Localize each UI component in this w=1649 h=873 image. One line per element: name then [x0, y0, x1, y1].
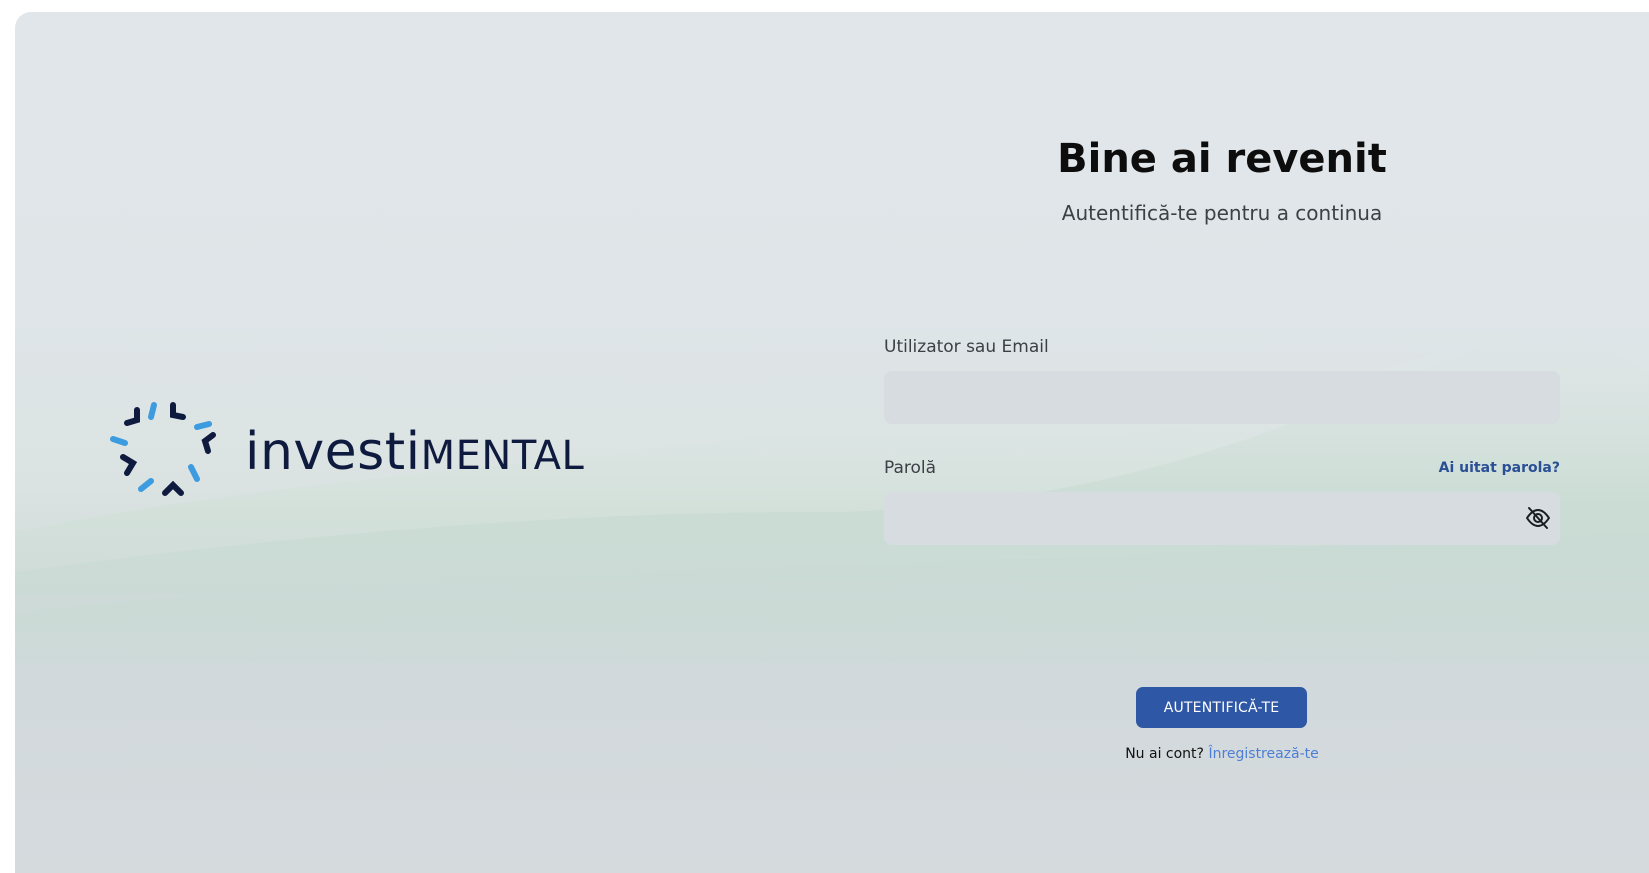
signup-prompt: Nu ai cont? Înregistrează-te — [884, 746, 1560, 762]
no-account-text: Nu ai cont? — [1125, 746, 1204, 762]
password-input[interactable] — [884, 492, 1560, 545]
brand-name-suffix: MENTAL — [420, 433, 585, 479]
brand-name-st: st — [357, 422, 406, 482]
eye-off-icon[interactable] — [1524, 505, 1552, 531]
brand-name-i: i — [405, 422, 421, 482]
star-logo-icon — [110, 402, 216, 496]
login-title: Bine ai revenit — [1057, 136, 1387, 182]
brand-wordmark: investiMENTAL — [245, 422, 584, 482]
username-input[interactable] — [884, 371, 1560, 424]
brand-logo: investiMENTAL — [107, 392, 584, 512]
brand-name-prefix: inve — [245, 422, 358, 482]
username-label: Utilizator sau Email — [884, 337, 1049, 357]
forgot-password-link[interactable]: Ai uitat parola? — [1439, 460, 1560, 476]
register-link[interactable]: Înregistrează-te — [1208, 746, 1318, 762]
login-subtitle: Autentifică-te pentru a continua — [1061, 201, 1383, 225]
password-label: Parolă — [884, 458, 937, 478]
login-button[interactable]: AUTENTIFICĂ-TE — [1136, 687, 1307, 728]
